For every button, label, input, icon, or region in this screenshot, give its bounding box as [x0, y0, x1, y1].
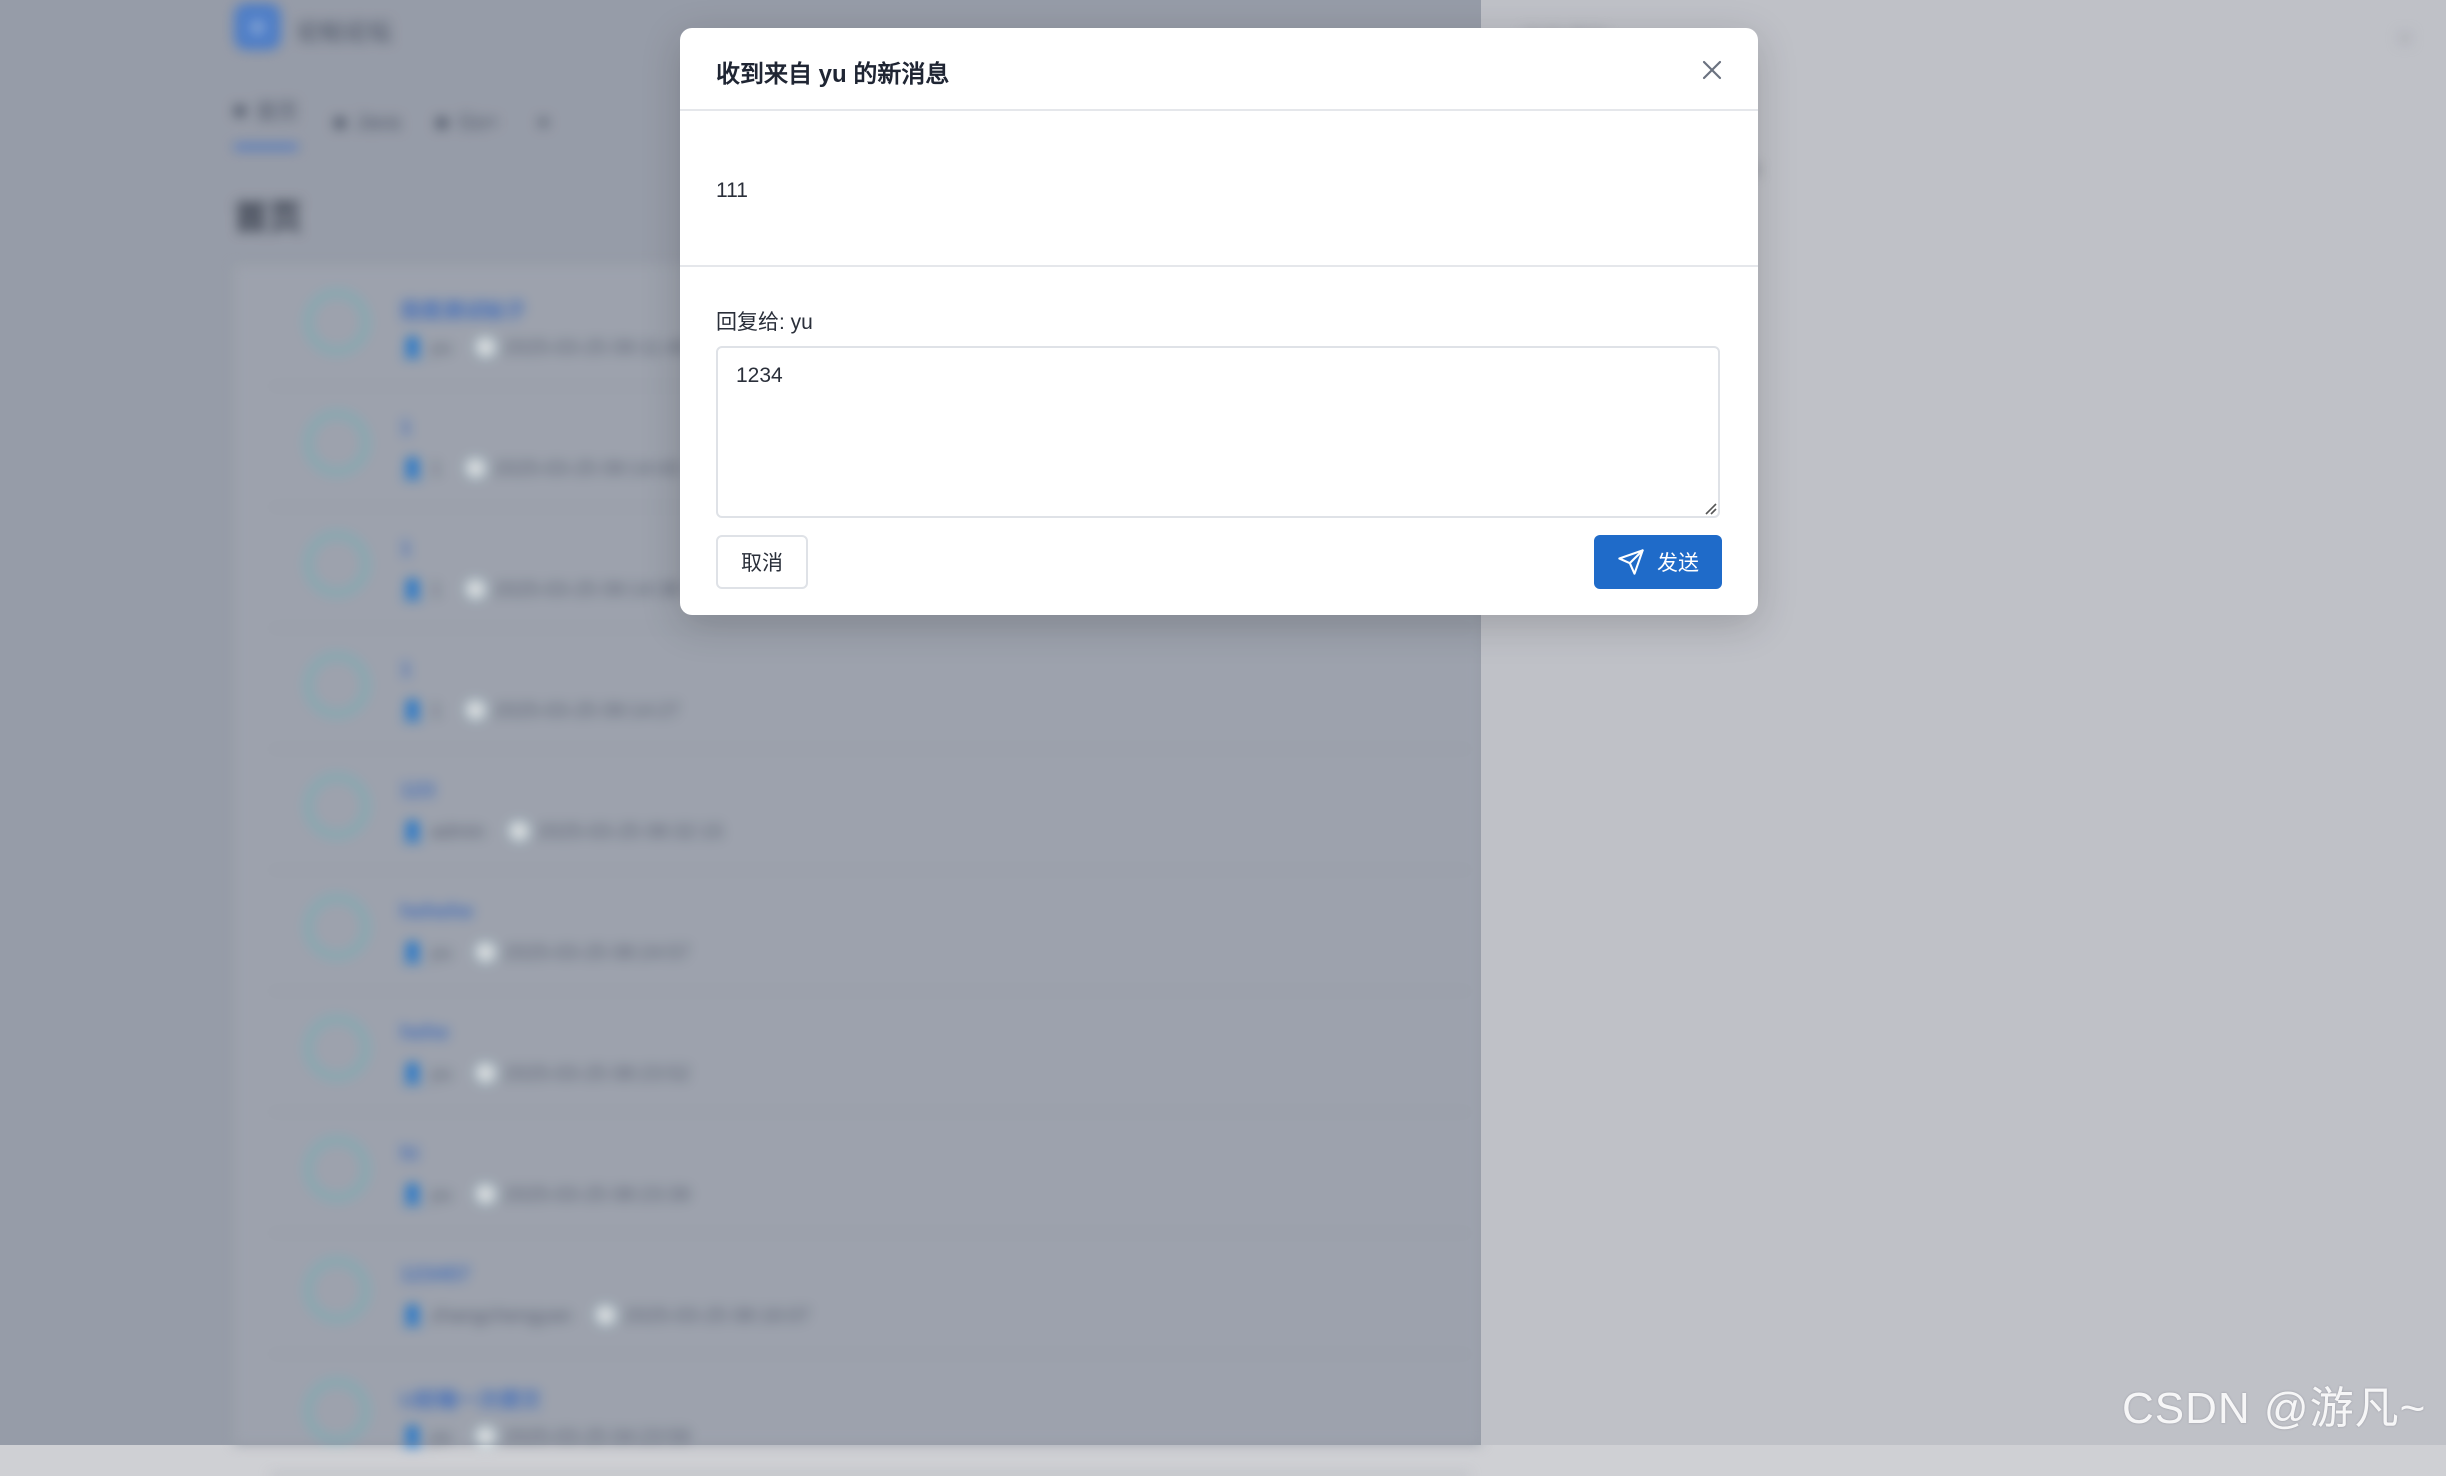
close-button[interactable] — [1696, 54, 1728, 86]
send-icon — [1618, 549, 1644, 575]
reply-textarea[interactable]: 1234 — [716, 346, 1720, 518]
reply-label: 回复给: yu — [716, 311, 813, 334]
message-section: 111 — [680, 111, 1758, 267]
message-content: 111 — [716, 179, 748, 202]
resize-handle-icon[interactable] — [1702, 500, 1718, 516]
cancel-button[interactable]: 取消 — [716, 535, 808, 589]
reply-modal: 收到来自 yu 的新消息 111 回复给: yu 1234 取消 发送 — [680, 28, 1758, 615]
modal-title: 收到来自 yu 的新消息 — [716, 61, 950, 88]
watermark: CSDN @游凡~ — [2122, 1384, 2427, 1433]
send-label: 发送 — [1657, 552, 1699, 575]
modal-header: 收到来自 yu 的新消息 — [680, 28, 1758, 111]
send-button[interactable]: 发送 — [1594, 535, 1722, 589]
close-icon — [1702, 60, 1722, 80]
